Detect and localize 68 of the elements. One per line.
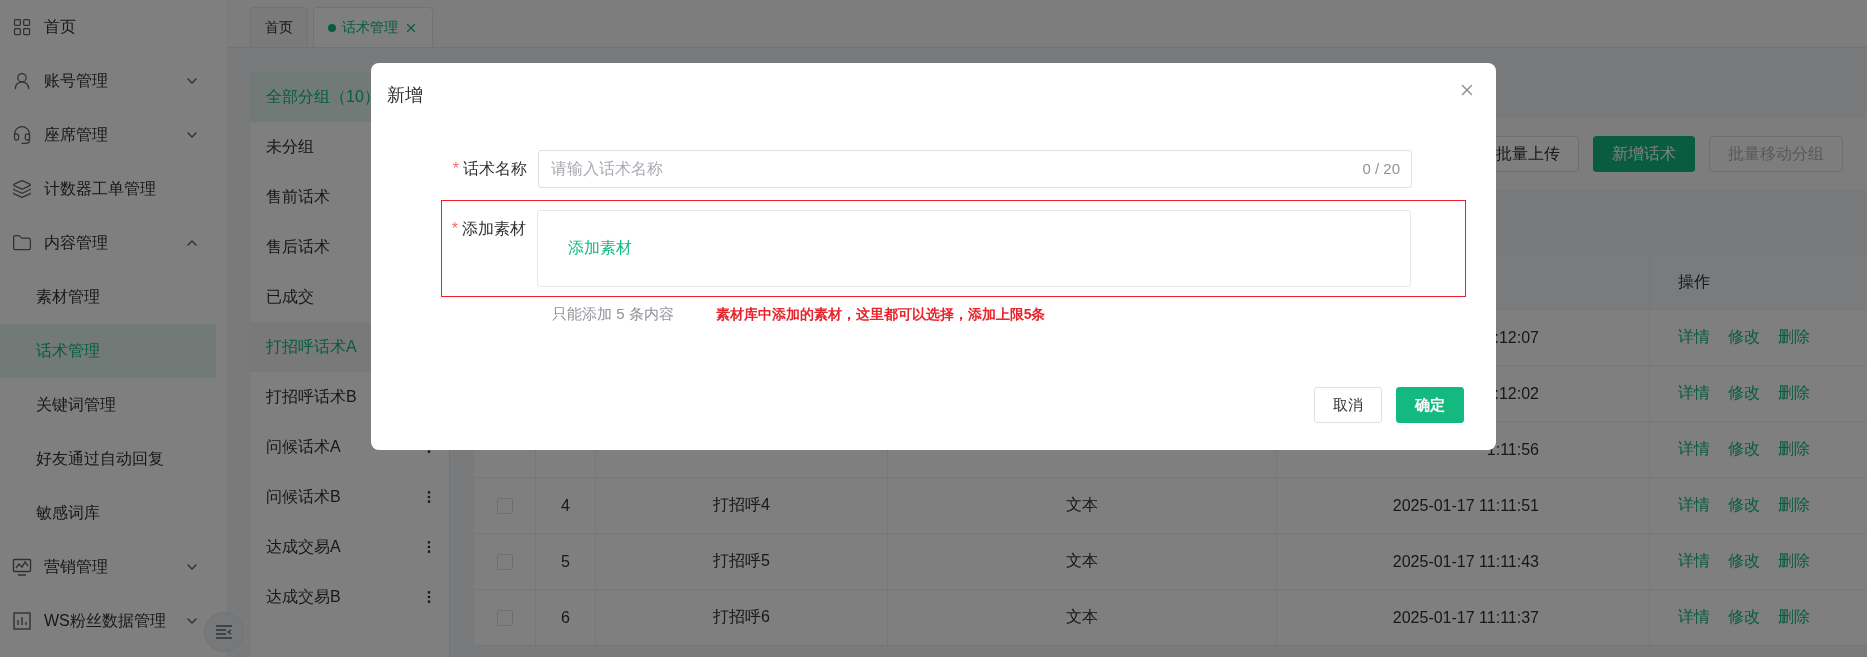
sidebar-item[interactable]: 首页 <box>0 0 216 54</box>
field-label: 话术名称 <box>463 160 527 177</box>
action-link[interactable]: 修改 <box>1728 439 1760 460</box>
sidebar-subitem[interactable]: 敏感词库 <box>0 486 216 540</box>
menu-collapse-icon <box>215 624 233 640</box>
add-material-link[interactable]: 添加素材 <box>568 238 632 259</box>
action-link[interactable]: 详情 <box>1678 607 1710 628</box>
hint-text: 只能添加 5 条内容 <box>552 305 674 324</box>
sidebar-item[interactable]: 计数器工单管理 <box>0 162 216 216</box>
bar-chart-icon <box>12 611 32 631</box>
required-mark: * <box>452 160 459 177</box>
sidebar-subitem[interactable]: 素材管理 <box>0 270 216 324</box>
dialog-title: 新增 <box>387 85 423 105</box>
table-cell-text: 打招呼5 <box>713 551 770 571</box>
user-icon <box>12 71 32 91</box>
layers-icon <box>12 179 32 199</box>
table-cell: :12:02 <box>1494 384 1539 403</box>
sidebar-item[interactable]: 营销管理 <box>0 540 216 594</box>
action-link[interactable]: 删除 <box>1778 439 1810 460</box>
action-link[interactable]: 删除 <box>1778 495 1810 516</box>
action-link[interactable]: 修改 <box>1728 383 1760 404</box>
table-cell: :12:07 <box>1494 328 1539 347</box>
table-cell: 2025-01-17 11:11:43 <box>1392 552 1539 571</box>
action-link[interactable]: 详情 <box>1678 439 1710 460</box>
table-cell-text: 打招呼4 <box>713 495 770 515</box>
folder-icon <box>12 233 32 253</box>
sidebar-subitem[interactable]: 话术管理 <box>0 324 216 378</box>
character-count: 0 / 20 <box>1362 160 1400 177</box>
action-link[interactable]: 详情 <box>1678 383 1710 404</box>
column-header: 操作 <box>1678 271 1710 292</box>
action-link[interactable]: 删除 <box>1778 551 1810 572</box>
table-cell-text: 文本 <box>1066 551 1098 571</box>
sidebar-subitem[interactable]: 好友通过自动回复 <box>0 432 216 486</box>
action-link[interactable]: 修改 <box>1728 495 1760 516</box>
table-cell: 2025-01-17 11:11:51 <box>1392 496 1539 515</box>
action-link[interactable]: 修改 <box>1728 607 1760 628</box>
dialog-button[interactable]: 确定 <box>1396 387 1464 423</box>
sidebar-item[interactable]: 内容管理 <box>0 216 216 270</box>
sidebar-item[interactable]: 账号管理 <box>0 54 216 108</box>
toolbar-button[interactable]: 新增话术 <box>1593 136 1695 172</box>
headset-icon <box>12 125 32 145</box>
action-link[interactable]: 修改 <box>1728 327 1760 348</box>
page-tab[interactable]: 话术管理 <box>313 7 433 47</box>
table-cell: 2025-01-17 11:11:37 <box>1392 608 1539 627</box>
annotation-note: 素材库中添加的素材，这里都可以选择，添加上限5条 <box>715 305 1046 324</box>
monitor-chart-icon <box>12 557 32 577</box>
action-link[interactable]: 删除 <box>1778 607 1810 628</box>
action-link[interactable]: 详情 <box>1678 551 1710 572</box>
sidebar-subitem[interactable]: 关键词管理 <box>0 378 216 432</box>
dialog-button[interactable]: 取消 <box>1314 387 1382 423</box>
action-link[interactable]: 详情 <box>1678 495 1710 516</box>
sidebar-item[interactable]: 座席管理 <box>0 108 216 162</box>
collapse-sidebar-button[interactable] <box>204 612 244 652</box>
table-cell-text: 打招呼6 <box>713 607 770 627</box>
table-cell-text: 文本 <box>1066 607 1098 627</box>
action-link[interactable]: 详情 <box>1678 327 1710 348</box>
action-link[interactable]: 删除 <box>1778 383 1810 404</box>
active-dot-icon <box>328 23 336 32</box>
table-cell: 6 <box>561 608 570 627</box>
table-cell: 5 <box>561 552 570 571</box>
action-link[interactable]: 删除 <box>1778 327 1810 348</box>
action-link[interactable]: 修改 <box>1728 551 1760 572</box>
required-mark: * <box>451 220 458 237</box>
page-tab[interactable]: 首页 <box>250 7 308 47</box>
field-label: 添加素材 <box>462 220 526 237</box>
table-cell: 4 <box>561 496 570 515</box>
grid-icon <box>12 17 32 37</box>
table-cell-text: 文本 <box>1066 495 1098 515</box>
